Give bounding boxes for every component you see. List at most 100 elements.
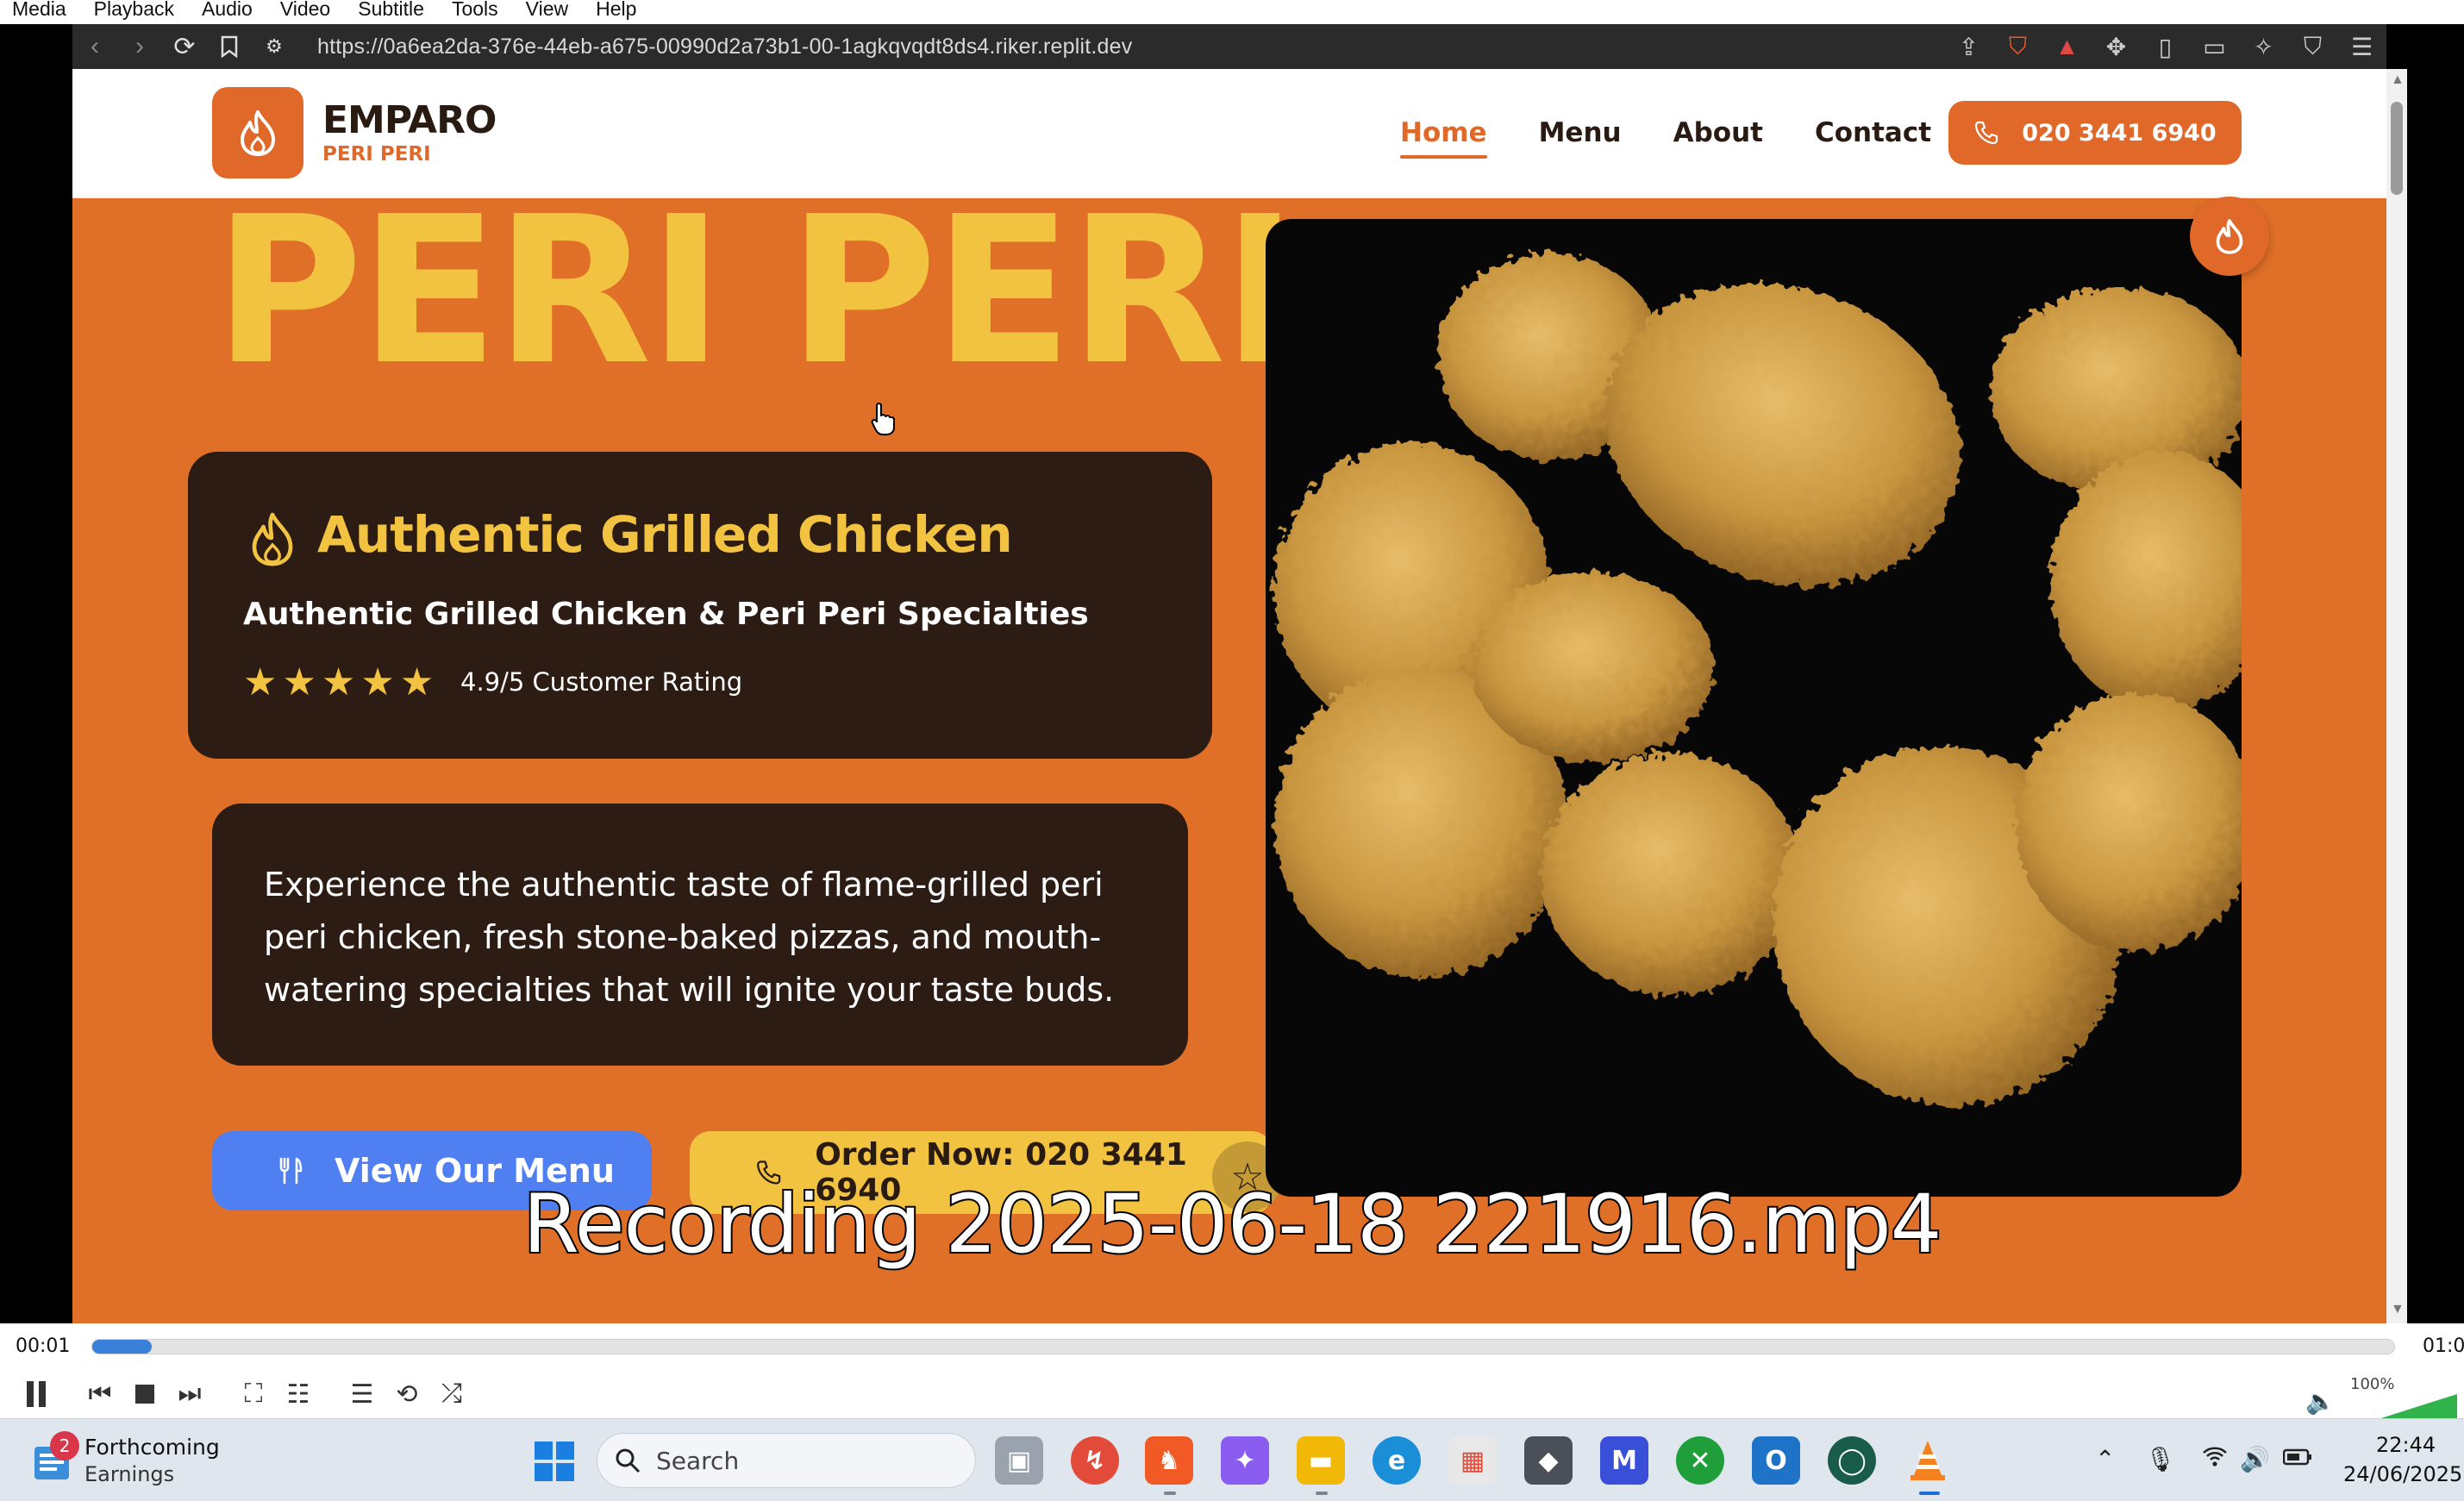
bookmark-icon[interactable] <box>207 24 252 69</box>
brave-shield-icon[interactable]: ⛉ <box>1993 33 2042 61</box>
star-icon: ★ <box>282 661 316 704</box>
scroll-down-icon[interactable]: ▼ <box>2391 1302 2405 1317</box>
wifi-icon[interactable] <box>2202 1445 2228 1473</box>
pause-icon[interactable] <box>14 1372 59 1417</box>
call-button[interactable]: 020 3441 6940 <box>1948 101 2242 165</box>
description-text: Experience the authentic taste of flame-… <box>264 866 1115 1009</box>
menu-tools[interactable]: Tools <box>452 0 498 19</box>
seek-bar[interactable] <box>91 1339 2395 1354</box>
reload-icon[interactable]: ⟳ <box>162 24 207 69</box>
outlook-icon[interactable]: O <box>1752 1436 1800 1485</box>
edge-browser-icon[interactable]: e <box>1373 1436 1421 1485</box>
microphone-icon[interactable]: 🎙 <box>2145 1445 2176 1473</box>
feature-card: Authentic Grilled Chicken Authentic Gril… <box>188 452 1212 759</box>
web-page: EMPARO PERI PERI Home Menu About Contact… <box>72 69 2386 1323</box>
star-icon: ★ <box>243 661 278 704</box>
loop-icon[interactable]: ⟲ <box>385 1372 429 1417</box>
volume-icon[interactable]: 🔊 <box>2240 1445 2270 1473</box>
menu-media[interactable]: Media <box>12 0 66 19</box>
star-icon: ★ <box>321 661 356 704</box>
windows-start-icon[interactable] <box>535 1442 574 1485</box>
taskbar-search[interactable]: Search <box>597 1433 976 1488</box>
hero-title: PERI PERI <box>214 172 1298 410</box>
feature-card-subtitle: Authentic Grilled Chicken & Peri Peri Sp… <box>243 597 1089 632</box>
fullscreen-icon[interactable]: ⛶ <box>231 1372 276 1417</box>
battery-icon[interactable] <box>2282 1445 2312 1473</box>
rewards-icon[interactable]: ▲ <box>2042 33 2092 60</box>
brave-browser-icon[interactable]: ♞ <box>1145 1436 1193 1485</box>
forward-icon[interactable]: › <box>117 24 162 69</box>
menu-subtitle[interactable]: Subtitle <box>358 0 424 19</box>
scroll-up-icon[interactable]: ▲ <box>2391 72 2405 88</box>
unity-icon[interactable]: ◆ <box>1524 1436 1573 1485</box>
page-scrollbar[interactable]: ▲ ▼ <box>2386 69 2407 1323</box>
time-elapsed: 00:01 <box>16 1335 71 1357</box>
ms-store-icon[interactable]: ▦ <box>1448 1436 1497 1485</box>
clock-date[interactable]: 24/06/2025 <box>2343 1462 2462 1486</box>
menu-view[interactable]: View <box>526 0 568 19</box>
scroll-thumb[interactable] <box>2391 102 2403 195</box>
logo-subtitle: PERI PERI <box>322 143 431 166</box>
wallet-icon[interactable]: ▭ <box>2190 33 2239 61</box>
menu-playback[interactable]: Playback <box>94 0 174 19</box>
widget-title: Forthcoming <box>84 1435 220 1460</box>
speaker-icon[interactable]: 🔈 <box>2305 1387 2336 1416</box>
extended-settings-icon[interactable]: ☷ <box>276 1372 321 1417</box>
site-settings-icon[interactable]: ⚙ <box>252 24 297 69</box>
menu-audio[interactable]: Audio <box>202 0 253 19</box>
back-icon[interactable]: ‹ <box>72 24 117 69</box>
nav-menu[interactable]: Menu <box>1539 117 1622 148</box>
stop-icon[interactable] <box>122 1372 167 1417</box>
phone-icon <box>1975 121 1998 145</box>
rating-stars: ★ ★ ★ ★ ★ <box>243 664 439 702</box>
taskbar: 2 Forthcoming Earnings Search ▣ ↯ ♞ ✦ ▬ … <box>0 1418 2464 1501</box>
search-placeholder: Search <box>656 1446 740 1475</box>
nav-contact[interactable]: Contact <box>1815 117 1931 148</box>
time-total: 01:0 <box>2423 1335 2464 1357</box>
copilot-icon[interactable]: ✦ <box>1221 1436 1269 1485</box>
flame-badge-icon <box>2190 197 2269 276</box>
browser-toolbar: ‹ › ⟳ ⚙ https://0a6ea2da-376e-44eb-a675-… <box>72 24 2386 69</box>
flame-icon <box>248 510 297 572</box>
remote-desktop-icon[interactable]: ↯ <box>1071 1436 1119 1485</box>
nav-about[interactable]: About <box>1673 117 1763 148</box>
chevron-up-icon[interactable]: ⌃ <box>2095 1445 2115 1473</box>
menu-help[interactable]: Help <box>596 0 636 19</box>
notification-badge: 2 <box>50 1431 79 1460</box>
extensions-icon[interactable]: ✥ <box>2092 33 2141 61</box>
star-icon: ★ <box>399 661 435 704</box>
task-view-icon[interactable]: ▣ <box>995 1436 1043 1485</box>
seek-progress <box>92 1340 153 1354</box>
next-icon[interactable]: ⏭ <box>167 1372 212 1417</box>
previous-icon[interactable]: ⏮ <box>78 1372 122 1417</box>
logo-name[interactable]: EMPARO <box>322 98 497 142</box>
volume-level: 100% <box>2350 1375 2395 1393</box>
share-icon[interactable]: ⇪ <box>1944 33 1993 61</box>
leo-ai-icon[interactable]: ✧ <box>2239 33 2288 61</box>
hand-cursor-icon <box>871 402 895 441</box>
call-button-label: 020 3441 6940 <box>2022 119 2217 147</box>
subtitle-overlay: Recording 2025-06-18 221916.mp4 <box>522 1176 1944 1273</box>
chicken-photo <box>1266 219 2242 1197</box>
main-nav: Home Menu About Contact <box>1400 117 1983 159</box>
star-icon: ★ <box>360 661 395 704</box>
search-icon <box>616 1448 641 1473</box>
menu-video[interactable]: Video <box>280 0 330 19</box>
url-bar[interactable]: https://0a6ea2da-376e-44eb-a675-00990d2a… <box>317 34 1132 59</box>
xbox-icon[interactable]: ✕ <box>1676 1436 1724 1485</box>
vpn-icon[interactable]: ⛉ <box>2288 33 2337 61</box>
vlc-icon[interactable] <box>1904 1436 1952 1485</box>
clock-time[interactable]: 22:44 <box>2376 1433 2436 1457</box>
file-explorer-icon[interactable]: ▬ <box>1297 1436 1345 1485</box>
sidebar-icon[interactable]: ▯ <box>2141 33 2190 61</box>
app-ring-icon[interactable]: ◯ <box>1828 1436 1876 1485</box>
playlist-icon[interactable]: ☰ <box>340 1372 385 1417</box>
browser-menu-icon[interactable]: ☰ <box>2337 33 2386 61</box>
nav-home[interactable]: Home <box>1400 117 1487 159</box>
description-card: Experience the authentic taste of flame-… <box>212 804 1188 1066</box>
app-m-icon[interactable]: M <box>1600 1436 1648 1485</box>
vlc-menu-bar: Media Playback Audio Video Subtitle Tool… <box>0 0 2464 24</box>
logo-flame-icon[interactable] <box>212 87 303 178</box>
shuffle-icon[interactable]: ⤮ <box>429 1372 474 1417</box>
feature-card-title: Authentic Grilled Chicken <box>317 505 1013 564</box>
